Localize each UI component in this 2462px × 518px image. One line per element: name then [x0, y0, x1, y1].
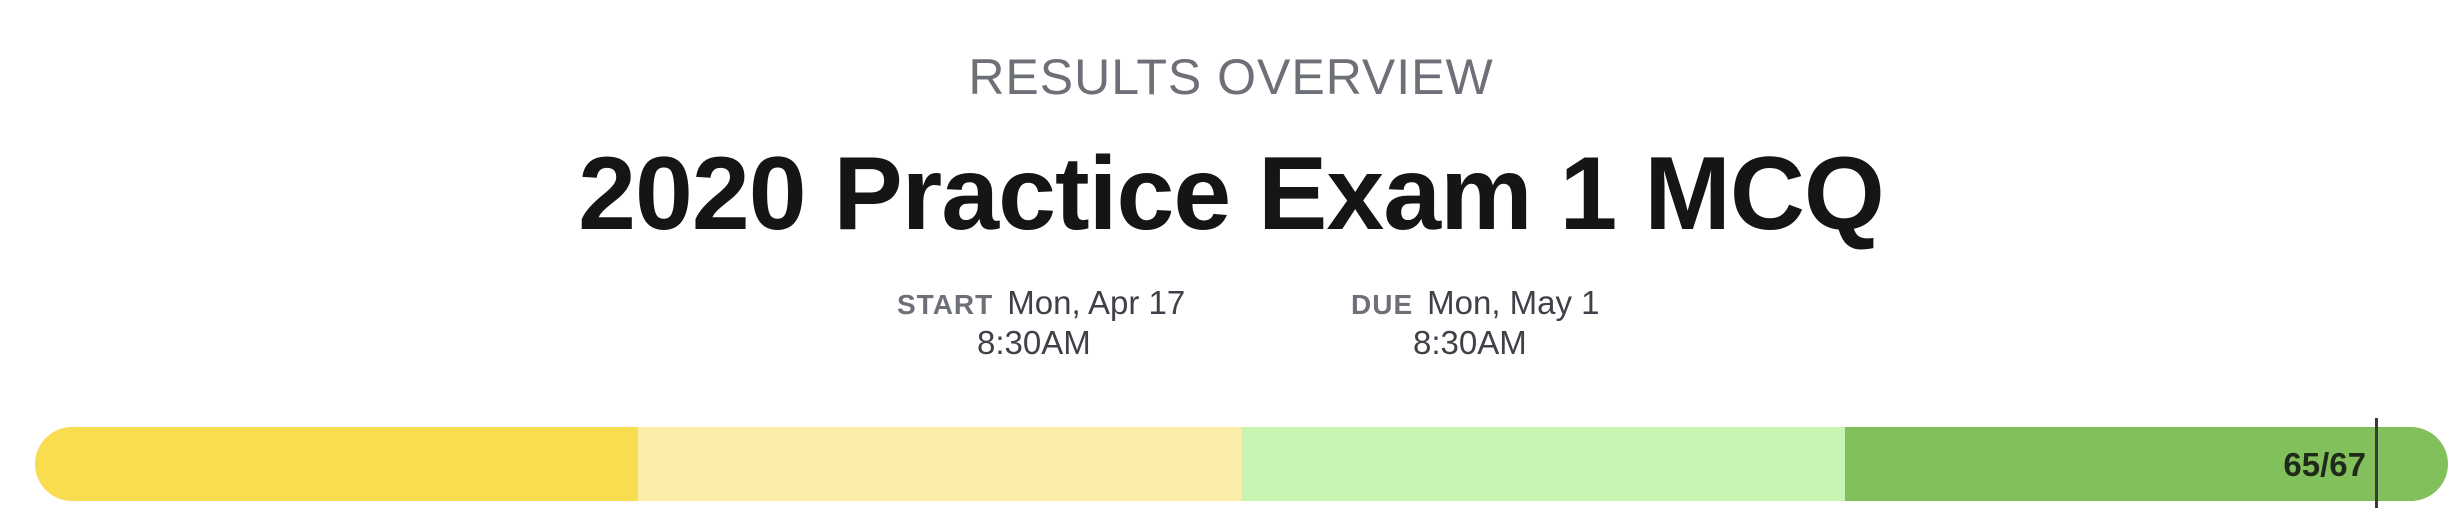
score-progress-bar	[35, 427, 2448, 501]
progress-segment-2	[638, 427, 1242, 501]
results-overview-page: RESULTS OVERVIEW 2020 Practice Exam 1 MC…	[0, 0, 2462, 518]
due-time: 8:30AM	[1413, 324, 1527, 361]
progress-segment-1	[35, 427, 639, 501]
score-label: 65/67	[2283, 446, 2366, 483]
due-date-block: DUE Mon, May 1 8:30AM	[1351, 284, 1601, 362]
exam-title: 2020 Practice Exam 1 MCQ	[578, 136, 1885, 252]
page-overline: RESULTS OVERVIEW	[968, 49, 1494, 105]
progress-segment-3	[1241, 427, 1845, 501]
start-date: Mon, Apr 17	[1007, 284, 1186, 321]
start-label: START	[897, 289, 994, 320]
due-label: DUE	[1351, 289, 1414, 320]
start-date-block: START Mon, Apr 17 8:30AM	[897, 284, 1197, 362]
due-date: Mon, May 1	[1427, 284, 1600, 321]
start-time: 8:30AM	[977, 324, 1091, 361]
score-marker	[2375, 418, 2378, 508]
